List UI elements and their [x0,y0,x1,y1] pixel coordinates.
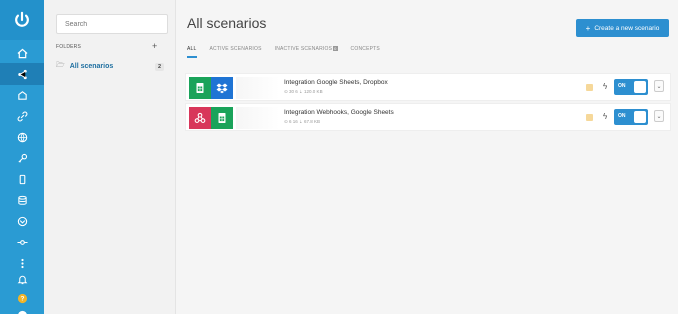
scenario-meta: ⊙ 30 6 ⇣ 120.0 KB [284,89,323,94]
tab-inactive-scenarios[interactable]: INACTIVE SCENARIOS 0 [275,46,338,56]
tab-label: INACTIVE SCENARIOS [274,46,333,52]
warning-icon[interactable] [586,84,593,91]
toggle-knob [634,81,646,93]
google-sheets-icon [189,77,211,99]
scenario-modules [189,77,233,99]
module-fade [236,107,280,129]
module-fade [236,77,280,99]
folders-header: FOLDERS [56,44,82,50]
scenario-name[interactable]: Integration Google Sheets, Dropbox [284,79,388,86]
scenario-toggle[interactable]: ON [614,79,648,95]
user-avatar-icon[interactable] [0,304,44,314]
folders-panel: FOLDERS + 🗁 All scenarios 2 [44,0,176,314]
scenario-card[interactable]: Integration Webhooks, Google Sheets ⊙ 6 … [185,103,671,131]
create-scenario-button[interactable]: + Create a new scenario [576,19,669,37]
templates-icon[interactable] [0,84,44,106]
chevron-down-icon: ⌄ [656,83,662,90]
keys-icon[interactable] [0,147,44,169]
scenario-modules [189,107,233,129]
flow-control-icon[interactable] [0,231,44,253]
home-icon[interactable] [0,42,44,64]
bolt-icon[interactable]: ϟ [603,82,607,91]
scenario-menu-button[interactable]: ⌄ [654,80,664,92]
folder-count-badge: 2 [154,62,164,71]
create-scenario-label: Create a new scenario [594,24,660,32]
scenario-name[interactable]: Integration Webhooks, Google Sheets [284,109,394,116]
webhooks-globe-icon[interactable] [0,126,44,148]
toggle-label: ON [618,83,626,89]
tab-label: ALL [187,46,197,52]
inactive-count-badge: 0 [333,46,338,51]
google-sheets-icon [211,107,233,129]
connections-link-icon[interactable] [0,105,44,127]
scenario-menu-button[interactable]: ⌄ [654,110,664,122]
add-folder-button[interactable]: + [152,41,157,51]
devices-icon[interactable] [0,168,44,190]
tab-label: CONCEPTS [350,46,380,52]
folder-item-label: All scenarios [69,63,114,70]
toggle-knob [634,111,646,123]
tab-all[interactable]: ALL [187,46,197,58]
plus-icon: + [585,23,591,33]
tab-active-scenarios[interactable]: ACTIVE SCENARIOS [210,46,262,56]
bolt-icon[interactable]: ϟ [603,112,607,121]
webhooks-icon [189,107,211,129]
dropbox-icon [211,77,233,99]
tab-concepts[interactable]: CONCEPTS [351,46,380,56]
tab-label: ACTIVE SCENARIOS [209,46,262,52]
data-stores-icon[interactable] [0,189,44,211]
data-structures-icon[interactable] [0,210,44,232]
warning-icon[interactable] [586,114,593,121]
scenarios-share-icon[interactable] [0,63,44,85]
svg-text:?: ? [20,295,24,302]
chevron-down-icon: ⌄ [656,113,662,120]
folder-icon: 🗁 [56,62,65,69]
scenario-toggle[interactable]: ON [614,109,648,125]
power-logo-icon[interactable] [0,0,44,40]
scenario-meta: ⊙ 6 16 ⇣ 67.8 KB [284,119,321,124]
search-input[interactable] [56,14,168,34]
scenario-tabs: ALL ACTIVE SCENARIOS INACTIVE SCENARIOS 0… [187,46,393,58]
app-rail: ? [0,0,44,314]
page-title: All scenarios [187,15,267,31]
folder-item-all-scenarios[interactable]: 🗁 All scenarios 2 [56,60,164,73]
scenario-card[interactable]: Integration Google Sheets, Dropbox ⊙ 30 … [185,73,671,101]
toggle-label: ON [618,113,626,119]
